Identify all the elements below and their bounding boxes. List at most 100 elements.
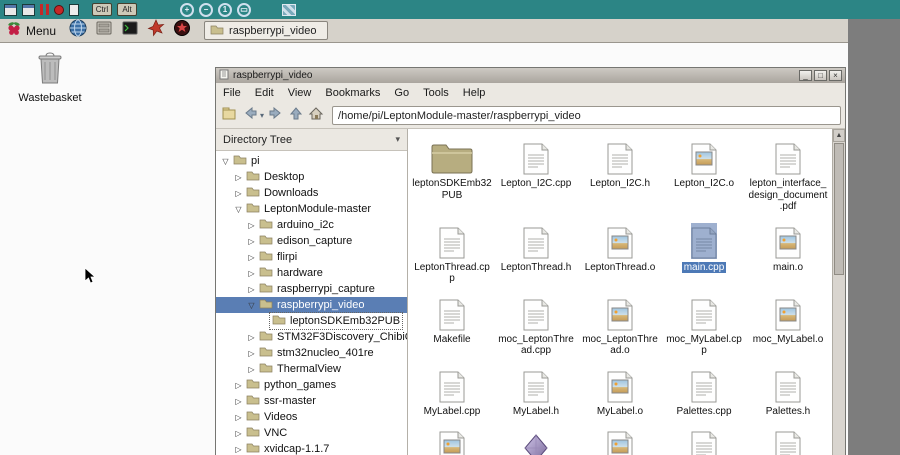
back-button[interactable] xyxy=(241,105,259,126)
tree-item-desktop[interactable]: ▷ Desktop xyxy=(216,169,407,185)
back-history-dropdown[interactable]: ▾ xyxy=(260,111,264,120)
web-browser-button[interactable] xyxy=(66,19,89,41)
expand-triangle-icon[interactable]: ▷ xyxy=(233,413,244,422)
forward-button[interactable] xyxy=(267,105,285,126)
file-moc-mylabel-o[interactable]: moc_MyLabel.o xyxy=(746,289,830,361)
tree-item-leptonmodule-master[interactable]: ▽ LeptonModule-master xyxy=(216,201,407,217)
new-connection-button[interactable] xyxy=(4,3,17,16)
file-palettes-h[interactable]: Palettes.h xyxy=(746,361,830,422)
tree-item-vnc[interactable]: ▷ VNC xyxy=(216,425,407,441)
expand-triangle-icon[interactable]: ▷ xyxy=(246,221,257,230)
file-main-cpp[interactable]: main.cpp xyxy=(662,217,746,289)
collapse-triangle-icon[interactable]: ▽ xyxy=(233,205,244,214)
collapse-triangle-icon[interactable]: ▽ xyxy=(246,301,257,310)
file-makefile[interactable]: Makefile xyxy=(410,289,494,361)
file-leptonthread-cpp[interactable]: LeptonThread.cpp xyxy=(410,217,494,289)
scrollbar-trough[interactable] xyxy=(833,276,845,455)
expand-triangle-icon[interactable]: ▷ xyxy=(246,365,257,374)
pause-button[interactable] xyxy=(40,4,49,15)
menu-button[interactable]: Menu xyxy=(3,20,63,41)
expand-triangle-icon[interactable]: ▷ xyxy=(233,429,244,438)
menu-help[interactable]: Help xyxy=(456,84,493,102)
zoom-fit-button[interactable]: ▭ xyxy=(237,2,251,17)
expand-triangle-icon[interactable]: ▷ xyxy=(233,173,244,182)
expand-triangle-icon[interactable]: ▷ xyxy=(233,397,244,406)
file-leptonthread-o[interactable]: LeptonThread.o xyxy=(578,217,662,289)
expand-triangle-icon[interactable]: ▷ xyxy=(246,333,257,342)
tree-item-flirpi[interactable]: ▷ flirpi xyxy=(216,249,407,265)
tree-item-xvidcap-1-1-7[interactable]: ▷ xvidcap-1.1.7 xyxy=(216,441,407,455)
zoom-100-button[interactable]: 1 xyxy=(218,2,232,17)
clipboard-button[interactable] xyxy=(69,3,79,16)
file-leptonthread-h[interactable]: LeptonThread.h xyxy=(494,217,578,289)
menu-view[interactable]: View xyxy=(281,84,319,102)
tree-item-downloads[interactable]: ▷ Downloads xyxy=(216,185,407,201)
file-raspberrypi-video[interactable]: raspberrypi_video. xyxy=(578,421,662,455)
ctrl-key-button[interactable]: Ctrl xyxy=(92,3,112,16)
file-mylabel-cpp[interactable]: MyLabel.cpp xyxy=(410,361,494,422)
tree-item-leptonsdkemb32pub[interactable]: leptonSDKEmb32PUB xyxy=(216,312,407,330)
desktop-icon-wastebasket[interactable]: Wastebasket xyxy=(6,51,94,104)
tree-item-raspberrypi-capture[interactable]: ▷ raspberrypi_capture xyxy=(216,281,407,297)
expand-triangle-icon[interactable]: ▷ xyxy=(246,253,257,262)
file-main-o[interactable]: main.o xyxy=(746,217,830,289)
new-tab-button[interactable] xyxy=(220,105,238,127)
minimize-button[interactable]: _ xyxy=(799,70,812,81)
expand-triangle-icon[interactable]: ▷ xyxy=(246,237,257,246)
mathematica-button[interactable] xyxy=(144,19,167,41)
close-button[interactable]: × xyxy=(829,70,842,81)
fullscreen-button[interactable] xyxy=(282,3,296,16)
expand-triangle-icon[interactable]: ▷ xyxy=(246,285,257,294)
tree-item-pi[interactable]: ▽ pi xyxy=(216,153,407,169)
address-bar[interactable]: /home/pi/LeptonModule-master/raspberrypi… xyxy=(332,106,841,125)
collapse-triangle-icon[interactable]: ▽ xyxy=(220,157,231,166)
file-palettes-cpp[interactable]: Palettes.cpp xyxy=(662,361,746,422)
tree-item-stm32f3discovery-chibios[interactable]: ▷ STM32F3Discovery_ChibiOS xyxy=(216,329,407,345)
tree-item-videos[interactable]: ▷ Videos xyxy=(216,409,407,425)
tree-item-ssr-master[interactable]: ▷ ssr-master xyxy=(216,393,407,409)
file-readme[interactable]: README xyxy=(662,421,746,455)
maximize-button[interactable]: □ xyxy=(814,70,827,81)
file-raspberrypi-video[interactable]: raspberrypi_video xyxy=(494,421,578,455)
up-button[interactable] xyxy=(288,105,304,127)
zoom-out-button[interactable]: − xyxy=(199,2,213,17)
side-pane-mode-select[interactable]: Directory Tree ▾ xyxy=(216,129,407,151)
home-button[interactable] xyxy=(307,105,325,127)
record-button[interactable] xyxy=(54,4,64,15)
save-session-button[interactable] xyxy=(22,3,35,16)
expand-triangle-icon[interactable]: ▷ xyxy=(233,189,244,198)
file-lepton-i2c-h[interactable]: Lepton_I2C.h xyxy=(578,133,662,217)
window-titlebar[interactable]: raspberrypi_video _ □ × xyxy=(216,68,845,83)
file-lepton-i2c-o[interactable]: Lepton_I2C.o xyxy=(662,133,746,217)
file-lepton-interface-design-document-pdf[interactable]: lepton_interface_design_document.pdf xyxy=(746,133,830,217)
file-lepton-i2c-cpp[interactable]: Lepton_I2C.cpp xyxy=(494,133,578,217)
terminal-button[interactable] xyxy=(118,20,141,41)
tree-item-stm32nucleo-401re[interactable]: ▷ stm32nucleo_401re xyxy=(216,345,407,361)
menu-file[interactable]: File xyxy=(216,84,248,102)
zoom-in-button[interactable]: + xyxy=(180,2,194,17)
menu-tools[interactable]: Tools xyxy=(416,84,456,102)
wolfram-button[interactable] xyxy=(170,20,193,41)
file-mylabel-h[interactable]: MyLabel.h xyxy=(494,361,578,422)
menu-edit[interactable]: Edit xyxy=(248,84,281,102)
tree-item-arduino-i2c[interactable]: ▷ arduino_i2c xyxy=(216,217,407,233)
expand-triangle-icon[interactable]: ▷ xyxy=(246,349,257,358)
tree-item-raspberrypi-video[interactable]: ▽ raspberrypi_video xyxy=(216,297,407,313)
menu-bookmarks[interactable]: Bookmarks xyxy=(318,84,387,102)
file-mylabel-o[interactable]: MyLabel.o xyxy=(578,361,662,422)
file-leptonsdkemb32pub[interactable]: leptonSDKEmb32PUB xyxy=(410,133,494,217)
alt-key-button[interactable]: Alt xyxy=(117,3,137,16)
scroll-up-arrow[interactable]: ▲ xyxy=(833,129,845,142)
expand-triangle-icon[interactable]: ▷ xyxy=(246,269,257,278)
file-moc-mylabel-cpp[interactable]: moc_MyLabel.cpp xyxy=(662,289,746,361)
taskbar-task-raspberrypi-video[interactable]: raspberrypi_video xyxy=(204,21,329,40)
tree-item-hardware[interactable]: ▷ hardware xyxy=(216,265,407,281)
file-palettes-o[interactable]: Palettes.o xyxy=(410,421,494,455)
file-moc-leptonthread-cpp[interactable]: moc_LeptonThread.cpp xyxy=(494,289,578,361)
tree-item-thermalview[interactable]: ▷ ThermalView xyxy=(216,361,407,377)
file-moc-leptonthread-o[interactable]: moc_LeptonThread.o xyxy=(578,289,662,361)
tree-item-edison-capture[interactable]: ▷ edison_capture xyxy=(216,233,407,249)
expand-triangle-icon[interactable]: ▷ xyxy=(233,445,244,454)
expand-triangle-icon[interactable]: ▷ xyxy=(233,381,244,390)
scrollbar-thumb[interactable] xyxy=(834,143,844,275)
